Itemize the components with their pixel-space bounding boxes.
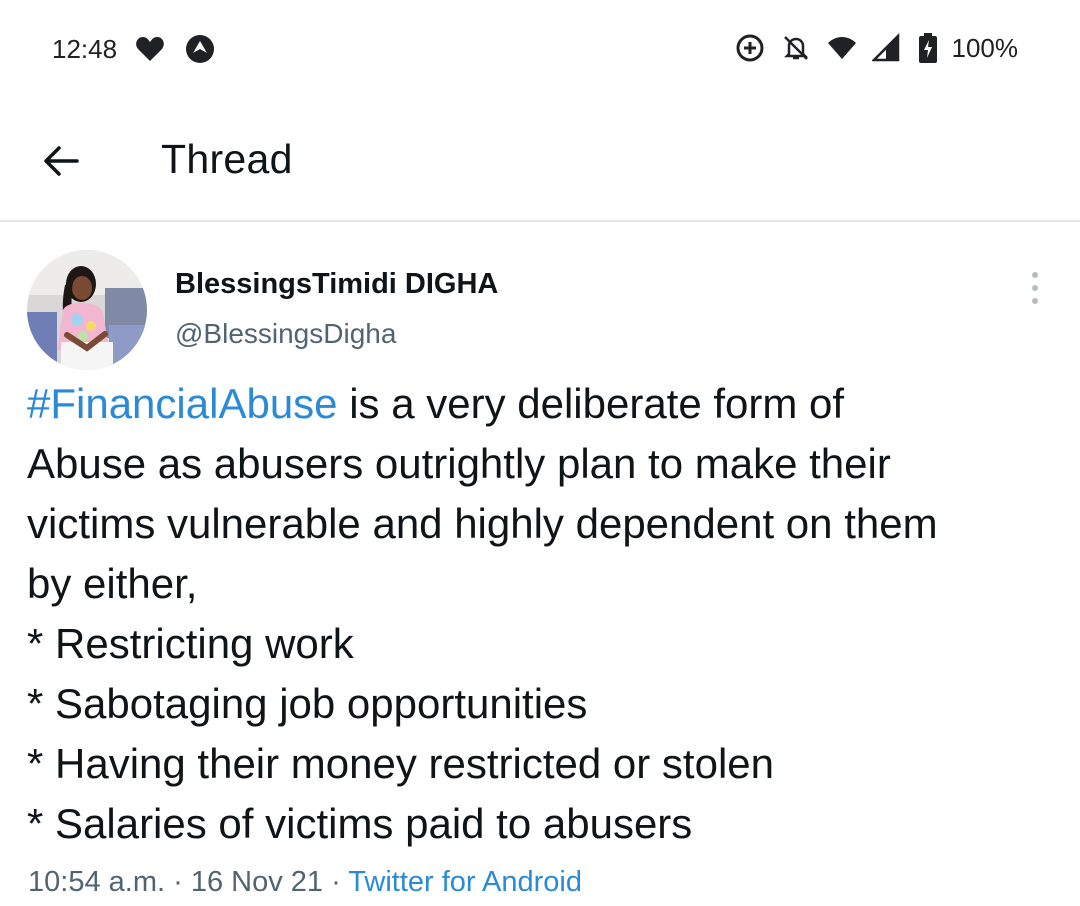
tweet-line: * Restricting work <box>27 620 354 667</box>
tweet-line: by either, <box>27 560 198 607</box>
status-left-icons <box>134 33 216 65</box>
more-dot-icon <box>1032 272 1038 278</box>
tweet-line: * Having their money restricted or stole… <box>27 740 774 787</box>
cell-signal-icon <box>870 32 904 64</box>
more-options-button[interactable] <box>1020 268 1050 308</box>
navigation-icon <box>184 33 216 65</box>
tweet-text: #FinancialAbuse is a very deliberate for… <box>27 374 1067 854</box>
display-name[interactable]: BlessingsTimidi DIGHA <box>175 268 498 301</box>
thread-header: Thread <box>0 96 1080 222</box>
status-bar: 12:48 100% <box>0 0 1080 96</box>
heart-icon <box>134 33 166 65</box>
page-title: Thread <box>161 136 293 182</box>
tweet-line: * Salaries of victims paid to abusers <box>27 800 693 847</box>
tweet-line: victims vulnerable and highly dependent … <box>27 500 938 547</box>
user-handle[interactable]: @BlessingsDigha <box>175 318 396 350</box>
status-time: 12:48 <box>52 34 118 64</box>
battery-percent: 100% <box>951 32 1019 63</box>
more-dot-icon <box>1032 298 1038 304</box>
tweet-date: 16 Nov 21 <box>190 866 324 898</box>
tweet-source-link[interactable]: Twitter for Android <box>348 866 582 898</box>
tweet-line-text: is a very deliberate form of <box>337 380 845 427</box>
battery-charging-icon <box>918 32 938 64</box>
tweet-meta: 10:54 a.m. · 16 Nov 21 · Twitter for And… <box>28 866 582 899</box>
more-dot-icon <box>1032 285 1038 291</box>
arrow-left-icon <box>44 146 79 176</box>
back-button[interactable] <box>36 136 86 186</box>
meta-separator: · <box>323 866 349 898</box>
data-saver-icon <box>734 32 766 64</box>
status-right-icons: 100% <box>734 32 1019 64</box>
tweet-line: Abuse as abusers outrightly plan to make… <box>27 440 891 487</box>
tweet-line: * Sabotaging job opportunities <box>27 680 588 727</box>
hashtag-link[interactable]: #FinancialAbuse <box>27 380 338 427</box>
tweet-line: #FinancialAbuse is a very deliberate for… <box>27 374 1067 434</box>
wifi-icon <box>826 32 858 64</box>
avatar-image <box>27 250 147 370</box>
avatar[interactable] <box>27 250 147 370</box>
meta-separator: · <box>165 866 191 898</box>
notifications-off-icon <box>780 32 812 64</box>
tweet-time: 10:54 a.m. <box>28 866 166 898</box>
